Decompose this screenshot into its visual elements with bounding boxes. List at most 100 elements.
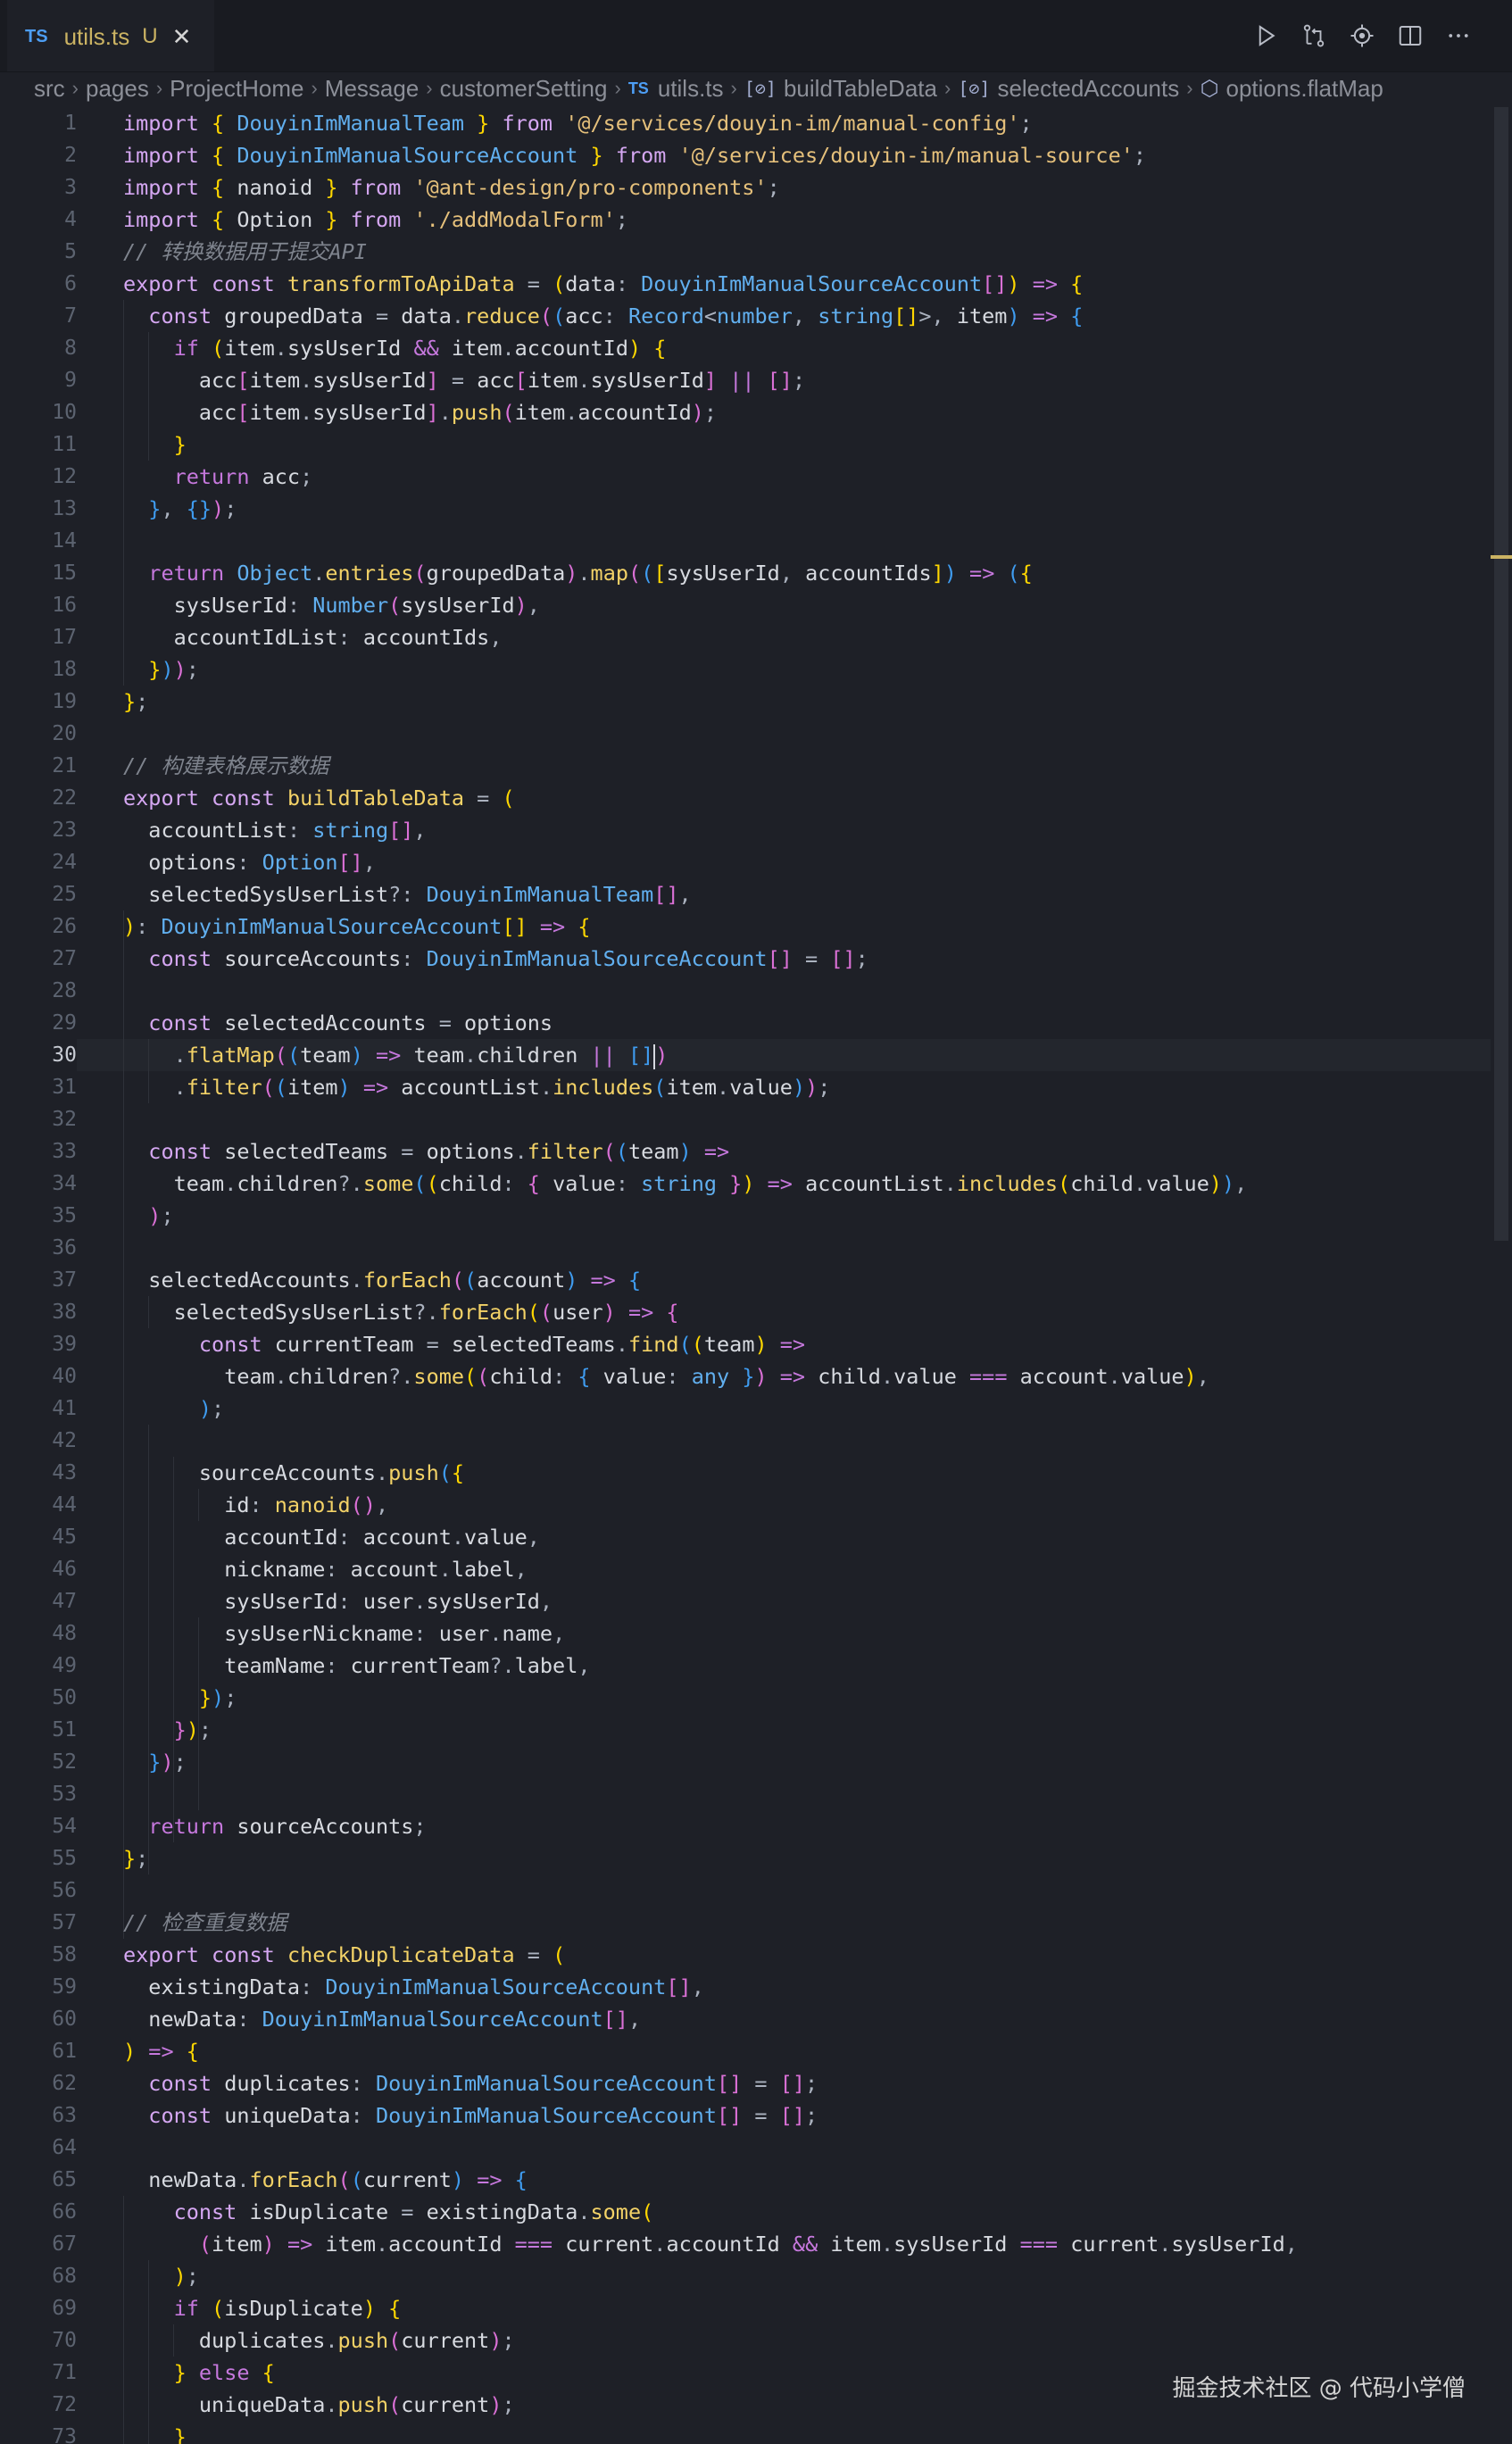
- code-line[interactable]: id: nanoid(),: [123, 1489, 1480, 1521]
- code-line[interactable]: // 转换数据用于提交API: [123, 236, 1480, 268]
- code-line[interactable]: accountId: account.value,: [123, 1521, 1480, 1553]
- code-line[interactable]: import { nanoid } from '@ant-design/pro-…: [123, 171, 1480, 204]
- code-editor[interactable]: 1 2 3 4 5 6 7 8 9 10 11 12 13 14 15 16 17 18 19 20 21 22 23 24 2…: [0, 107, 1512, 2444]
- breadcrumb-item-projecthome[interactable]: ProjectHome: [170, 75, 303, 103]
- code-line[interactable]: };: [123, 1842, 1480, 1875]
- code-line[interactable]: if (isDuplicate) {: [123, 2292, 1480, 2324]
- breadcrumb-item-src[interactable]: src: [34, 75, 65, 103]
- run-button[interactable]: [1248, 18, 1284, 54]
- code-line[interactable]: [123, 1778, 1480, 1810]
- scrollbar-thumb[interactable]: [1494, 107, 1508, 1241]
- code-line[interactable]: team.children?.some((child: { value: any…: [123, 1360, 1480, 1392]
- code-line[interactable]: selectedSysUserList?.forEach((user) => {: [123, 1296, 1480, 1328]
- code-line[interactable]: });: [123, 1714, 1480, 1746]
- code-token: filter: [527, 1139, 603, 1164]
- code-line[interactable]: sysUserId: user.sysUserId,: [123, 1585, 1480, 1617]
- code-line[interactable]: const currentTeam = selectedTeams.find((…: [123, 1328, 1480, 1360]
- code-line[interactable]: selectedSysUserList?: DouyinImManualTeam…: [123, 878, 1480, 910]
- code-line[interactable]: if (item.sysUserId && item.accountId) {: [123, 332, 1480, 364]
- code-line[interactable]: ): DouyinImManualSourceAccount[] => {: [123, 910, 1480, 943]
- breadcrumb-item-buildtabledata[interactable]: [⊘] buildTableData: [744, 75, 937, 103]
- code-line[interactable]: export const checkDuplicateData = (: [123, 1939, 1480, 1971]
- code-line[interactable]: accountIdList: accountIds,: [123, 621, 1480, 653]
- code-line[interactable]: [123, 1425, 1480, 1457]
- code-line[interactable]: teamName: currentTeam?.label,: [123, 1650, 1480, 1682]
- code-token: child: [818, 1364, 881, 1389]
- code-line[interactable]: [123, 718, 1480, 750]
- code-line[interactable]: existingData: DouyinImManualSourceAccoun…: [123, 1971, 1480, 2003]
- split-editor-button[interactable]: [1392, 18, 1428, 54]
- code-line[interactable]: [123, 1103, 1480, 1135]
- breadcrumb-item-options-flatmap[interactable]: ⬡ options.flatMap: [1200, 75, 1383, 103]
- code-line[interactable]: return sourceAccounts;: [123, 1810, 1480, 1842]
- code-line[interactable]: [123, 975, 1480, 1007]
- code-line[interactable]: );: [123, 1392, 1480, 1425]
- code-line[interactable]: newData: DouyinImManualSourceAccount[],: [123, 2003, 1480, 2035]
- code-line[interactable]: accountList: string[],: [123, 814, 1480, 846]
- code-token: {: [627, 1268, 642, 1293]
- line-number-gutter[interactable]: 1 2 3 4 5 6 7 8 9 10 11 12 13 14 15 16 17 18 19 20 21 22 23 24 2…: [0, 107, 77, 2444]
- code-line[interactable]: sysUserId: Number(sysUserId),: [123, 589, 1480, 621]
- code-line[interactable]: }: [123, 2421, 1480, 2444]
- code-line[interactable]: });: [123, 1746, 1480, 1778]
- code-line[interactable]: // 构建表格展示数据: [123, 750, 1480, 782]
- code-line[interactable]: }));: [123, 653, 1480, 686]
- vertical-scrollbar[interactable]: [1491, 107, 1512, 2444]
- code-line[interactable]: options: Option[],: [123, 846, 1480, 878]
- code-line[interactable]: selectedAccounts.forEach((account) => {: [123, 1264, 1480, 1296]
- breadcrumb-item-selectedaccounts[interactable]: [⊘] selectedAccounts: [958, 75, 1179, 103]
- code-token: []: [779, 2071, 806, 2096]
- code-line[interactable]: export const transformToApiData = (data:…: [123, 268, 1480, 300]
- code-line[interactable]: };: [123, 686, 1480, 718]
- code-line[interactable]: .flatMap((team) => team.children || []): [123, 1039, 1480, 1071]
- debug-button[interactable]: [1344, 18, 1380, 54]
- code-line[interactable]: const duplicates: DouyinImManualSourceAc…: [123, 2067, 1480, 2099]
- code-line[interactable]: .filter((item) => accountList.includes(i…: [123, 1071, 1480, 1103]
- code-line[interactable]: sourceAccounts.push({: [123, 1457, 1480, 1489]
- code-token: ): [754, 1364, 768, 1389]
- code-line[interactable]: }: [123, 428, 1480, 461]
- tab-utils-ts[interactable]: TS utils.ts U ✕: [7, 0, 214, 71]
- code-line[interactable]: [123, 1232, 1480, 1264]
- code-line[interactable]: sysUserNickname: user.name,: [123, 1617, 1480, 1650]
- code-line[interactable]: import { DouyinImManualTeam } from '@/se…: [123, 107, 1480, 139]
- code-line[interactable]: );: [123, 2260, 1480, 2292]
- code-line[interactable]: const sourceAccounts: DouyinImManualSour…: [123, 943, 1480, 975]
- breadcrumb-item-message[interactable]: Message: [325, 75, 420, 103]
- code-line[interactable]: }, {});: [123, 493, 1480, 525]
- code-line[interactable]: team.children?.some((child: { value: str…: [123, 1168, 1480, 1200]
- code-line[interactable]: nickname: account.label,: [123, 1553, 1480, 1585]
- code-line[interactable]: return Object.entries(groupedData).map((…: [123, 557, 1480, 589]
- code-lines[interactable]: import { DouyinImManualTeam } from '@/se…: [123, 107, 1480, 2444]
- code-line[interactable]: const uniqueData: DouyinImManualSourceAc…: [123, 2099, 1480, 2132]
- breadcrumb-item-utils-ts[interactable]: TS utils.ts: [628, 75, 724, 103]
- compare-changes-button[interactable]: [1296, 18, 1332, 54]
- code-line[interactable]: [123, 525, 1480, 557]
- code-line[interactable]: newData.forEach((current) => {: [123, 2164, 1480, 2196]
- code-line[interactable]: const isDuplicate = existingData.some(: [123, 2196, 1480, 2228]
- code-line[interactable]: duplicates.push(current);: [123, 2324, 1480, 2357]
- code-line[interactable]: export const buildTableData = (: [123, 782, 1480, 814]
- code-line[interactable]: const selectedAccounts = options: [123, 1007, 1480, 1039]
- code-line[interactable]: import { Option } from './addModalForm';: [123, 204, 1480, 236]
- more-actions-button[interactable]: [1441, 18, 1476, 54]
- breadcrumb-item-customersetting[interactable]: customerSetting: [440, 75, 608, 103]
- code-line[interactable]: acc[item.sysUserId].push(item.accountId)…: [123, 396, 1480, 428]
- code-line[interactable]: ) => {: [123, 2035, 1480, 2067]
- code-token: if: [173, 336, 212, 361]
- code-line[interactable]: acc[item.sysUserId] = acc[item.sysUserId…: [123, 364, 1480, 396]
- close-tab-icon[interactable]: ✕: [172, 23, 192, 51]
- code-line[interactable]: [123, 2132, 1480, 2164]
- code-line[interactable]: const selectedTeams = options.filter((te…: [123, 1135, 1480, 1168]
- code-line[interactable]: [123, 1875, 1480, 1907]
- code-line[interactable]: return acc;: [123, 461, 1480, 493]
- code-line[interactable]: const groupedData = data.reduce((acc: Re…: [123, 300, 1480, 332]
- code-line[interactable]: (item) => item.accountId === current.acc…: [123, 2228, 1480, 2260]
- breadcrumb-item-pages[interactable]: pages: [86, 75, 149, 103]
- code-line[interactable]: );: [123, 1200, 1480, 1232]
- line-number: 52: [52, 1750, 77, 1774]
- code-line[interactable]: import { DouyinImManualSourceAccount } f…: [123, 139, 1480, 171]
- code-line[interactable]: });: [123, 1682, 1480, 1714]
- code-line[interactable]: // 检查重复数据: [123, 1907, 1480, 1939]
